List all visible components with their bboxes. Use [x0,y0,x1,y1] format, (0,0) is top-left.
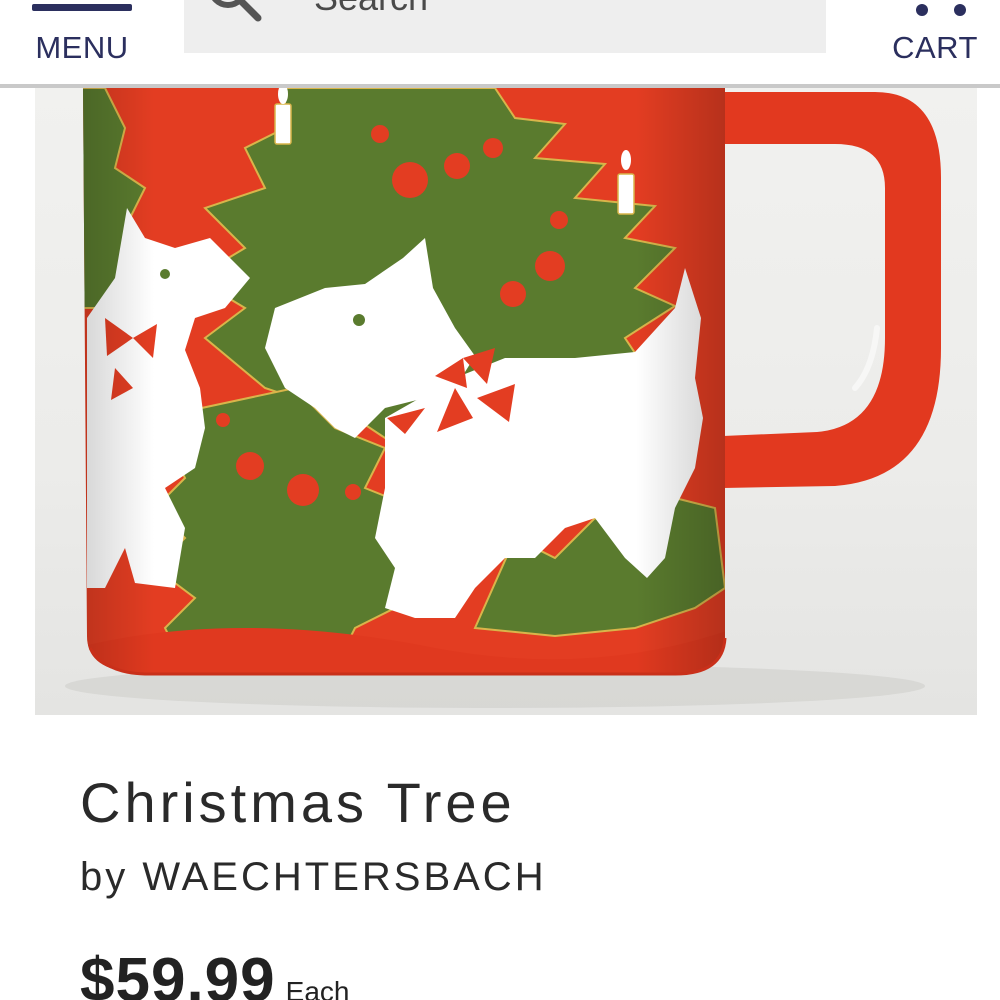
cart-icon [910,4,970,18]
price-line: $59.99 Each [80,945,349,1000]
product-title: Christmas Tree [80,771,516,834]
top-header: MENU CART [0,0,1000,88]
menu-button[interactable]: MENU [20,0,144,80]
search-bar[interactable] [184,0,826,53]
cart-label: CART [892,30,978,65]
product-image[interactable] [35,88,977,715]
product-brand[interactable]: by WAECHTERSBACH [80,855,547,900]
product-page: MENU CART [0,0,1000,1000]
search-icon[interactable] [204,0,264,24]
product-price: $59.99 [80,946,276,1000]
menu-label: MENU [35,30,129,65]
price-unit: Each [285,976,350,1000]
mug-illustration [65,88,941,708]
cart-button[interactable]: CART [880,0,990,80]
hamburger-icon [32,4,132,11]
search-input[interactable] [314,0,734,18]
